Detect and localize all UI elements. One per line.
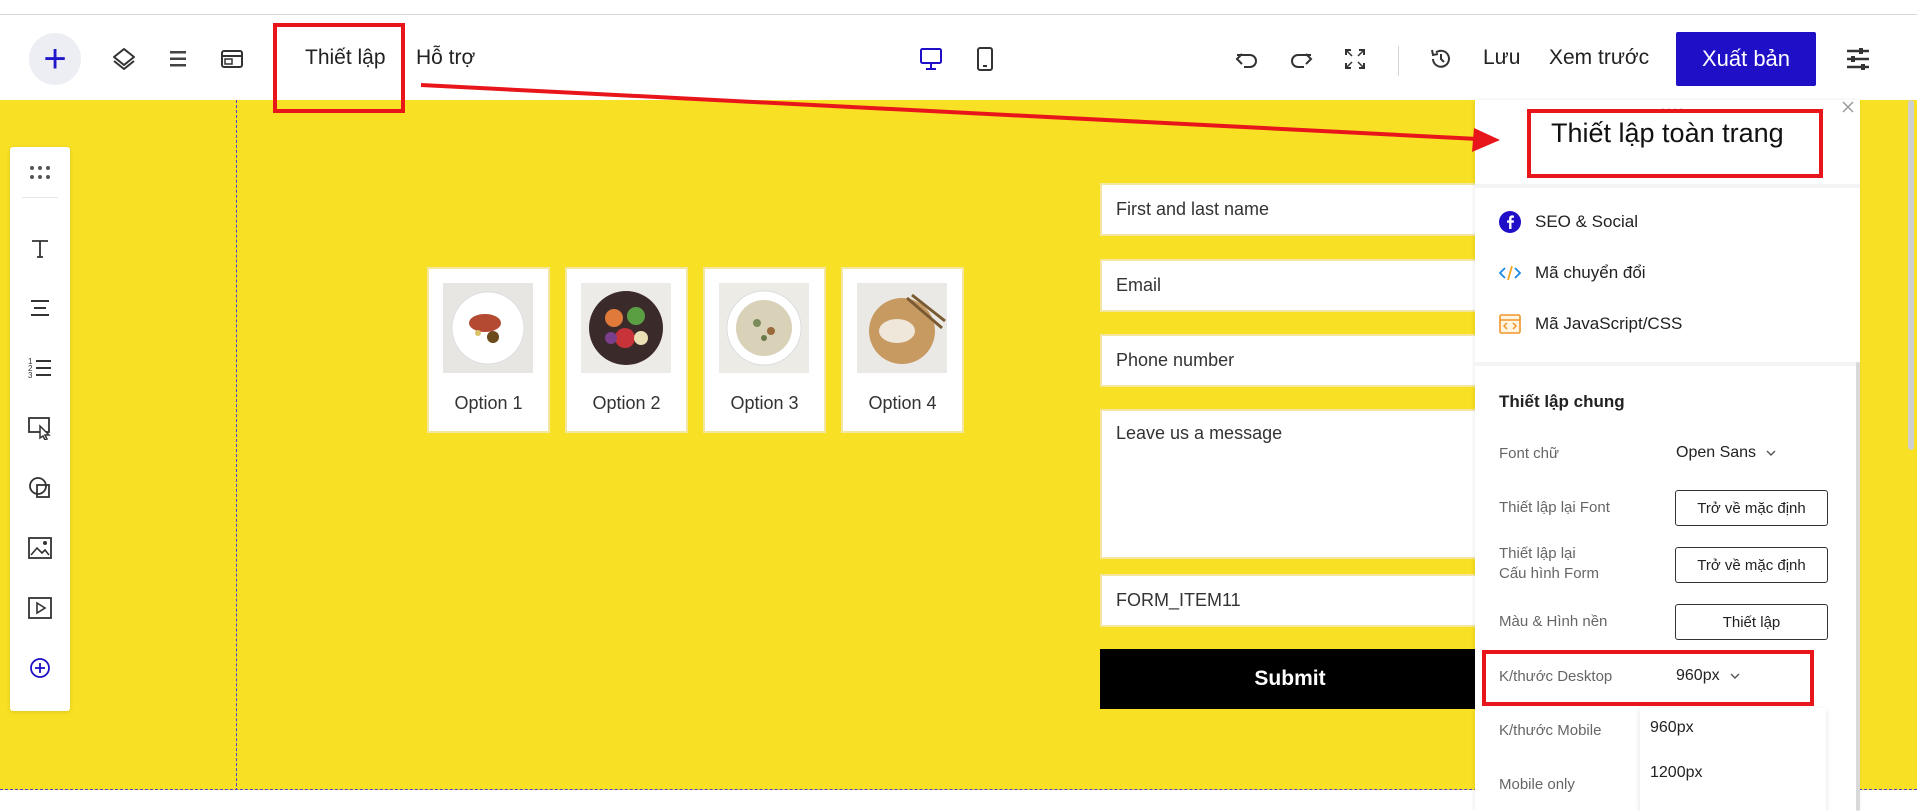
option-label: Option 1	[454, 393, 523, 413]
desktop-icon[interactable]	[915, 43, 947, 75]
reset-font-button[interactable]: Trở về mặc định	[1675, 490, 1828, 526]
editor-screen: + Thiết lập Hỗ trợ Lưu Xem trước Xuất bả…	[0, 0, 1917, 811]
custom-form-field-text: FORM_ITEM11	[1116, 590, 1241, 610]
desktop-size-dropdown: 960px 1200px	[1640, 708, 1826, 811]
option-card[interactable]: Option 1	[427, 267, 550, 433]
dish-image	[719, 283, 809, 373]
dish-image	[581, 283, 671, 373]
close-icon[interactable]	[1839, 100, 1857, 118]
redo-icon[interactable]	[1285, 43, 1317, 75]
cursor-select-icon[interactable]	[24, 412, 56, 444]
phone-field[interactable]: Phone number	[1100, 334, 1480, 387]
preview-button[interactable]: Xem trước	[1549, 46, 1649, 70]
list-numbered-icon[interactable]: 123	[24, 352, 56, 384]
svg-text:3: 3	[28, 371, 33, 380]
mobile-only-label: Mobile only	[1499, 776, 1575, 793]
email-field-placeholder: Email	[1116, 275, 1162, 295]
page-scrollbar[interactable]	[1908, 100, 1914, 450]
color-background-label: Màu & Hình nền	[1499, 613, 1608, 630]
phone-field-placeholder: Phone number	[1116, 350, 1235, 370]
mobile-size-label: K/thước Mobile	[1499, 722, 1602, 739]
drag-handle-icon[interactable]	[1660, 102, 1686, 112]
annotation-box-settings	[273, 23, 405, 113]
plus-icon: +	[43, 37, 67, 81]
layers-icon[interactable]	[108, 43, 140, 75]
message-field[interactable]: Leave us a message	[1100, 409, 1480, 559]
undo-icon[interactable]	[1231, 43, 1263, 75]
general-settings-heading: Thiết lập chung	[1499, 392, 1625, 411]
image-icon[interactable]	[24, 532, 56, 564]
reset-form-label-line1: Thiết lập lại	[1499, 545, 1576, 562]
fullscreen-icon[interactable]	[1339, 43, 1371, 75]
video-icon[interactable]	[24, 592, 56, 624]
option-label: Option 3	[730, 393, 799, 413]
javascript-css-label: Mã JavaScript/CSS	[1535, 314, 1683, 333]
list-icon[interactable]	[162, 43, 194, 75]
history-icon[interactable]	[1425, 43, 1457, 75]
publish-button[interactable]: Xuất bản	[1676, 32, 1816, 86]
conversion-code-label: Mã chuyển đổi	[1535, 263, 1646, 282]
add-element-button[interactable]: +	[29, 33, 81, 85]
dropdown-option[interactable]: 1200px	[1650, 764, 1703, 782]
custom-form-field[interactable]: FORM_ITEM11	[1100, 574, 1480, 627]
dish-image	[443, 283, 533, 373]
color-background-button[interactable]: Thiết lập	[1675, 604, 1828, 640]
dropdown-option[interactable]: 960px	[1650, 719, 1694, 737]
message-field-placeholder: Leave us a message	[1116, 423, 1283, 443]
reset-font-label: Thiết lập lại Font	[1499, 499, 1610, 516]
add-circle-icon[interactable]	[24, 652, 56, 684]
font-label: Font chữ	[1499, 445, 1560, 462]
chevron-down-icon	[1766, 450, 1776, 456]
support-menu[interactable]: Hỗ trợ	[416, 46, 475, 70]
email-field[interactable]: Email	[1100, 259, 1480, 312]
shapes-icon[interactable]	[24, 472, 56, 504]
tablet-icon[interactable]	[969, 43, 1001, 75]
panel-divider	[1475, 362, 1860, 366]
font-select-value: Open Sans	[1676, 444, 1757, 461]
save-button[interactable]: Lưu	[1483, 46, 1520, 70]
name-field[interactable]: First and last name	[1100, 183, 1480, 236]
name-field-placeholder: First and last name	[1116, 199, 1270, 219]
top-strip	[0, 0, 1917, 15]
browser-window-icon[interactable]	[216, 43, 248, 75]
dish-image	[857, 283, 947, 373]
seo-social-label: SEO & Social	[1535, 212, 1638, 231]
paragraph-icon[interactable]	[24, 292, 56, 324]
sliders-icon[interactable]	[1842, 43, 1874, 75]
code-window-icon	[1497, 311, 1523, 337]
javascript-css-link[interactable]: Mã JavaScript/CSS	[1497, 309, 1682, 339]
sidebar-divider	[22, 197, 58, 198]
code-icon	[1497, 260, 1523, 286]
facebook-icon	[1497, 209, 1523, 235]
grip-dots-icon[interactable]	[24, 157, 56, 189]
toolbar-divider	[1398, 46, 1399, 76]
option-label: Option 2	[592, 393, 661, 413]
option-card[interactable]: Option 2	[565, 267, 688, 433]
submit-button[interactable]: Submit	[1100, 649, 1480, 709]
canvas-guide-vertical	[236, 100, 237, 811]
font-select[interactable]: Open Sans	[1676, 444, 1776, 462]
option-card[interactable]: Option 4	[841, 267, 964, 433]
element-sidebar: 123	[10, 147, 70, 711]
text-icon[interactable]	[24, 232, 56, 264]
panel-scrollbar[interactable]	[1856, 362, 1860, 811]
option-card[interactable]: Option 3	[703, 267, 826, 433]
option-label: Option 4	[868, 393, 937, 413]
reset-form-button[interactable]: Trở về mặc định	[1675, 547, 1828, 583]
annotation-box-desktop-size	[1482, 650, 1814, 706]
panel-divider	[1475, 184, 1860, 188]
reset-form-label: Thiết lập lại Cấu hình Form	[1499, 544, 1599, 584]
seo-social-link[interactable]: SEO & Social	[1497, 207, 1638, 237]
reset-form-label-line2: Cấu hình Form	[1499, 565, 1600, 582]
annotation-box-panel-title	[1527, 109, 1823, 178]
conversion-code-link[interactable]: Mã chuyển đổi	[1497, 258, 1646, 288]
